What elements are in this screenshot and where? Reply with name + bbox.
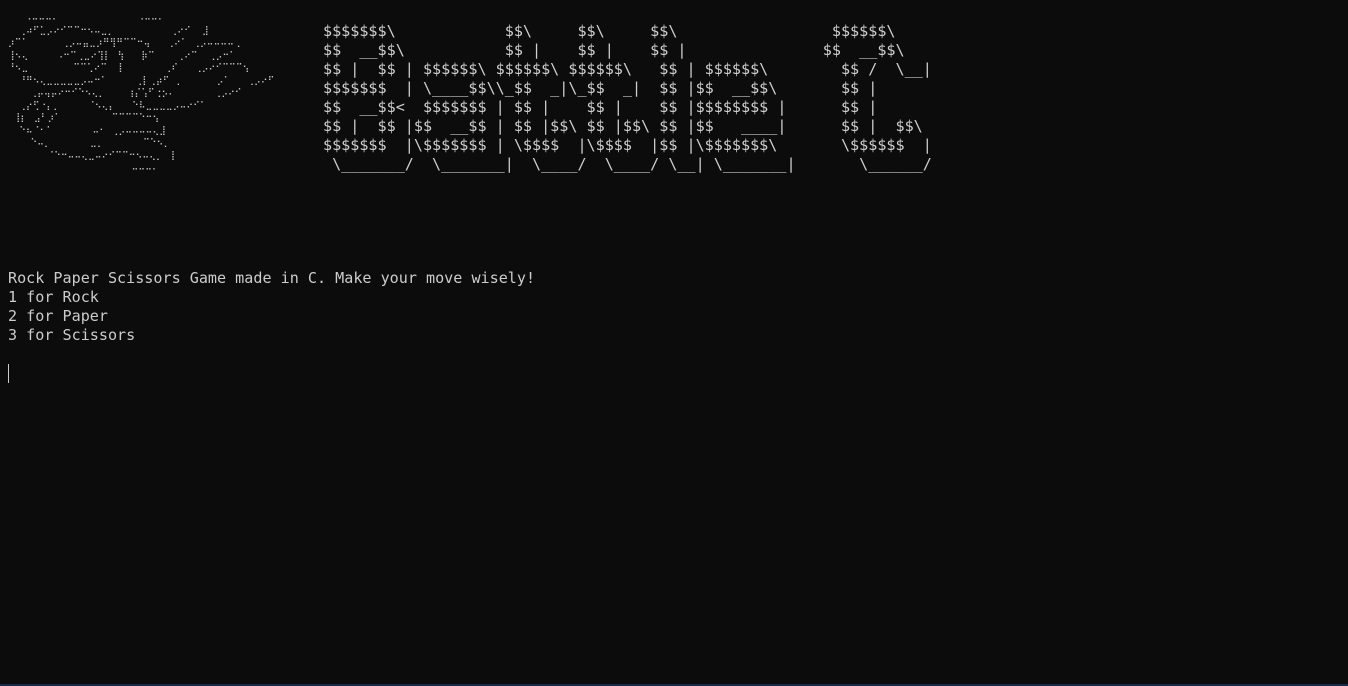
logo-art-line: ⠈⠑⠒⠤⠤⢄⣀⠤⠔⠊⠉⠉⠒⠢⠤⢄⡀ ⢸ (8, 150, 176, 161)
ascii-banner-battle-c: $$$$$$$\ $$\ $$\ $$\ $$$$$$\ $$ __$$\ $$… (323, 22, 932, 174)
banner-art-line: $$$$$$$\ $$\ $$\ $$\ $$$$$$\ (323, 22, 896, 40)
logo-art-line: ⡰⠉⠁ ⢀⡠⠤⣤⣀⡰⠛⢻⠛⠉⠉⠒⢤ ⢀⠔⠁ ⢀⡠⠤⠤⠤⠤⢀ (8, 38, 241, 48)
logo-art-line: ⢀⠴⠋⣁⡠⠔⠊⠉⠉⠒⠢⠤⣀⡀ ⢀⠔⠊ ⣸ (8, 25, 209, 36)
logo-art-line: ⠑⠤⡀ ⣀⡀ ⠉⠑⠢⡀ (8, 138, 171, 148)
game-intro-text: Rock Paper Scissors Game made in C. Make… (8, 269, 536, 287)
banner-art-line: $$ | $$ | $$$$$$\ $$$$$$\ $$$$$$\ $$ | $… (323, 60, 932, 78)
logo-art-line: ⢀⡤⢤⡤⠔⠒⠊⠑⠢⢄⡀ ⢰⡌⢡⠋⢐⡢⠄ ⢀⡠⠔⠊ (8, 88, 242, 98)
banner-art-line: $$ __$$< $$$$$$$ | $$ | $$ | $$ |$$$$$$$… (323, 98, 878, 116)
text-cursor[interactable] (8, 364, 9, 383)
option-scissors-text: 3 for Scissors (8, 326, 136, 344)
logo-art-line: ⢸⠢⢄ ⠠⠒⠉⢀⣀⠔⢹⡇⠀⢳ ⡷⠉ ⢀⠔⠉ ⢀⡠⠒⠁ (8, 50, 237, 61)
terminal-window[interactable]: ⠠⠤⠤⠤⠄ ⠠⠤⠤⠄ ⢀⠴⠋⣁⡠⠔⠊⠉⠉⠒⠢⠤⣀⡀ ⢀⠔⠊ ⣸ ⡰⠉⠁ ⢀⡠⠤⣤… (0, 0, 1348, 684)
banner-art-line: $$ | $$ |$$ __$$ | $$ |$$\ $$ |$$\ $$ |$… (323, 117, 923, 135)
banner-art-line: $$$$$$$ |\$$$$$$$ | \$$$$ |\$$$$ |$$ |\$… (323, 136, 932, 154)
option-rock-text: 1 for Rock (8, 288, 99, 306)
logo-art-line: ⠑⠦⠈⠂⠁ ⠤⠂ ⢀⡠⠤⠤⠤⠤⢄⣸ (8, 125, 167, 136)
logo-art-line: ⠠⠤⠤⠤⠄ ⠠⠤⠤⠄ (8, 13, 165, 23)
logo-art-line: ⢀⡔⢋⠐⡄⡀ ⠈⠢⢄⡄ ⠑⠧⣀⣀⣀⣀⡠⠤⠔⠊⠁ (8, 100, 207, 111)
program-output: Rock Paper Scissors Game made in C. Make… (8, 269, 535, 345)
logo-art-line: ⠤⠤⠤⠄ (8, 163, 159, 173)
banner-art-line: \_______/ \_______| \____/ \____/ \__| \… (323, 155, 932, 173)
logo-art-line: ⢸⡆⠀⣠⠃⡰⠁ ⠉⠉⠉⠉⠑⠒⢢ (8, 113, 160, 123)
banner-art-line: $$ __$$\ $$ | $$ | $$ | $$ __$$\ (323, 41, 905, 59)
ascii-logo-art: ⠠⠤⠤⠤⠄ ⠠⠤⠤⠄ ⢀⠴⠋⣁⡠⠔⠊⠉⠉⠒⠢⠤⣀⡀ ⢀⠔⠊ ⣸ ⡰⠉⠁ ⢀⡠⠤⣤… (8, 12, 274, 175)
logo-art-line: ⠘⠢⣀ ⠉⠉⢁⠔⠉ ⡇ ⢀⠎ ⢀⡠⠔⠊⠉⠉⠉⢢ (8, 63, 250, 73)
banner-art-line: $$$$$$$ | \____$$\\_$$ _|\_$$ _| $$ |$$ … (323, 79, 878, 97)
logo-art-line: ⠘⠛⠢⢄⣀⣀⣀⣀⣀⡠⠤⠒⠁ ⢀⡇⢀⡴⠋⠀⡀ ⡠⠁ ⢀⡠⠔⠋ (8, 75, 275, 86)
option-paper-text: 2 for Paper (8, 307, 108, 325)
